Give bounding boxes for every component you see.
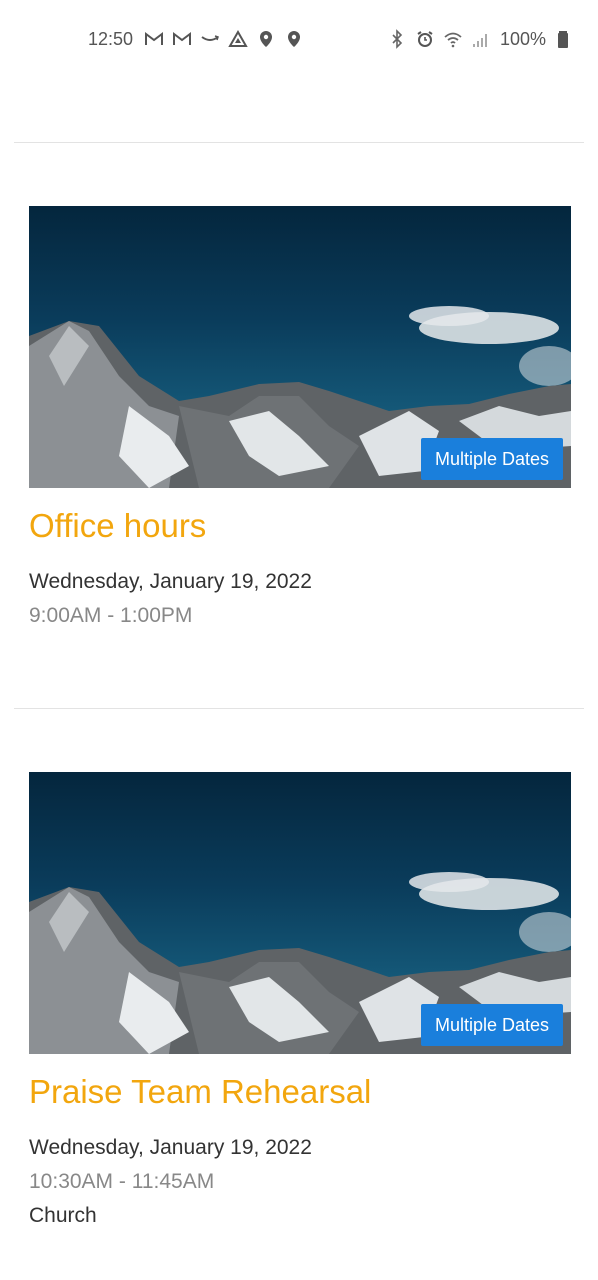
battery-percent: 100% xyxy=(499,28,546,49)
event-card[interactable]: Multiple Dates Praise Team Rehearsal Wed… xyxy=(29,772,571,1230)
event-list-screen: 12:50 100% Multiple Dates Office hours W… xyxy=(0,0,598,1280)
event-title[interactable]: Praise Team Rehearsal xyxy=(29,1072,571,1112)
drive-icon xyxy=(227,28,249,50)
divider xyxy=(14,142,584,143)
event-time: 10:30AM - 11:45AM xyxy=(29,1170,215,1193)
location-pin-icon xyxy=(283,28,305,50)
event-location: Church xyxy=(29,1204,97,1227)
event-time: 9:00AM - 1:00PM xyxy=(29,604,193,627)
gmail-icon xyxy=(143,28,165,50)
battery-icon xyxy=(552,28,574,50)
status-bar: 12:50 100% xyxy=(0,0,598,78)
event-date: Wednesday, January 19, 2022 xyxy=(29,1136,312,1159)
event-date: Wednesday, January 19, 2022 xyxy=(29,570,312,593)
bluetooth-icon xyxy=(386,28,408,50)
wifi-icon xyxy=(442,28,464,50)
event-card[interactable]: Multiple Dates Office hours Wednesday, J… xyxy=(29,206,571,630)
multiple-dates-badge: Multiple Dates xyxy=(420,438,563,480)
gmail-icon xyxy=(171,28,193,50)
location-pin-icon xyxy=(255,28,277,50)
alarm-icon xyxy=(414,28,436,50)
status-bar-left: 12:50 xyxy=(88,28,305,50)
event-title[interactable]: Office hours xyxy=(29,506,571,546)
divider xyxy=(14,708,584,709)
cellular-signal-icon xyxy=(470,28,492,50)
event-image[interactable]: Multiple Dates xyxy=(29,772,571,1054)
amazon-icon xyxy=(199,28,221,50)
event-image[interactable]: Multiple Dates xyxy=(29,206,571,488)
status-bar-right: 100% xyxy=(386,28,574,50)
multiple-dates-badge: Multiple Dates xyxy=(420,1004,563,1046)
status-time: 12:50 xyxy=(88,28,134,49)
